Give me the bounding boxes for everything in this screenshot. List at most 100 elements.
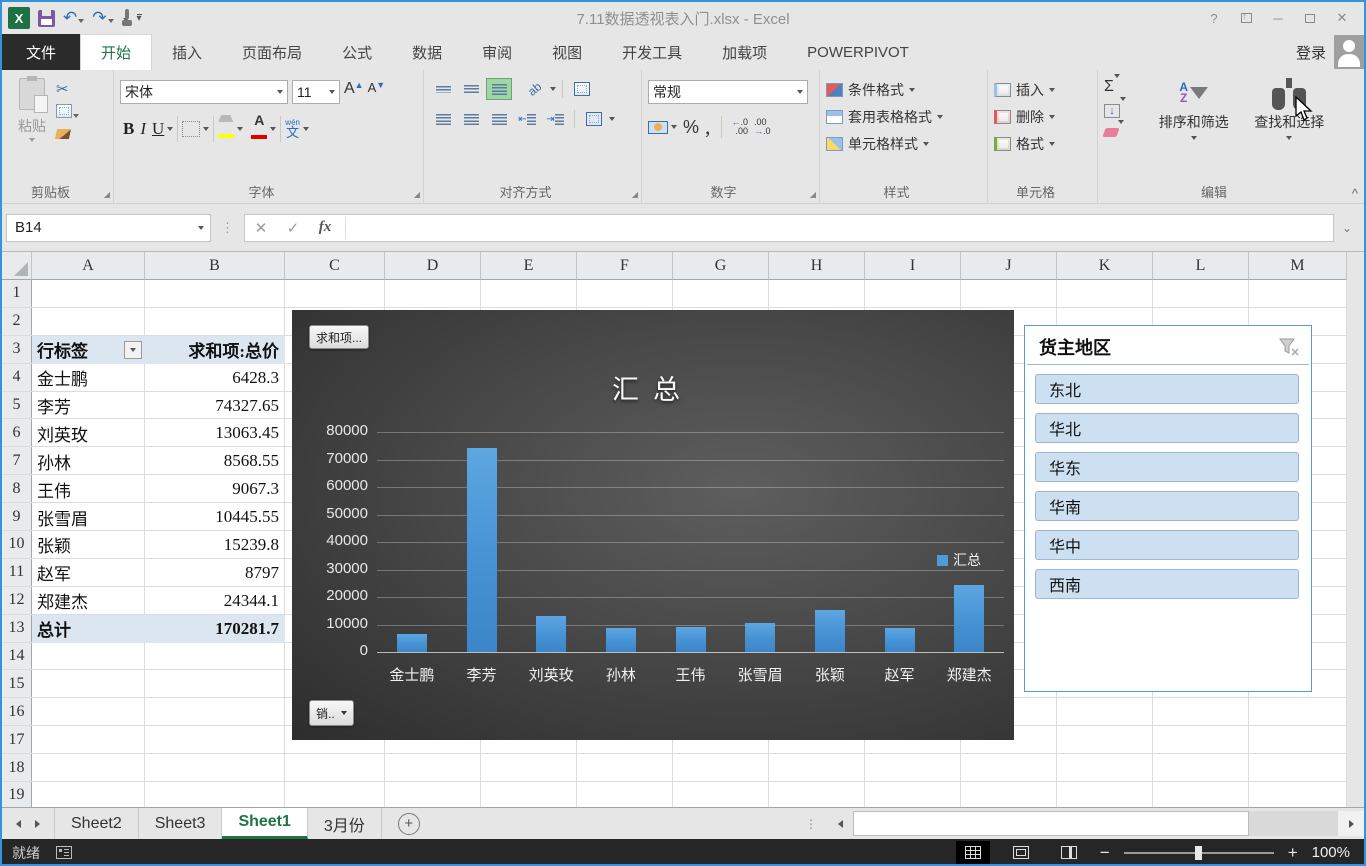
expand-formula-bar-icon[interactable]: ⌄ (1334, 221, 1360, 235)
styles-item-条件格式[interactable]: 条件格式 (826, 80, 981, 100)
normal-view-button[interactable] (956, 841, 990, 865)
fill-color-dropdown-icon[interactable] (237, 127, 243, 131)
autosum-button[interactable]: Σ (1104, 78, 1147, 96)
row-header-2[interactable]: 2 (2, 308, 32, 335)
pivot-data-row[interactable]: 王伟9067.3 (32, 475, 285, 503)
column-header-K[interactable]: K (1057, 252, 1153, 280)
cells-item-插入[interactable]: 插入 (994, 80, 1091, 100)
chart-bar-金士鹏[interactable] (397, 634, 427, 652)
ribbon-tab-插入[interactable]: 插入 (152, 34, 222, 70)
wrap-text-button[interactable] (569, 78, 595, 100)
undo-button[interactable]: ↶ (63, 9, 84, 28)
zoom-level[interactable]: 100% (1312, 844, 1350, 861)
row-header-12[interactable]: 12 (2, 587, 32, 614)
ribbon-tab-开始[interactable]: 开始 (80, 34, 152, 70)
zoom-slider-thumb[interactable] (1195, 846, 1202, 860)
tab-split-handle[interactable]: ⋮ (795, 808, 827, 839)
hscroll-right-button[interactable] (1338, 811, 1364, 836)
pivot-header-row[interactable]: 行标签求和项:总价 (32, 336, 285, 364)
row-header-18[interactable]: 18 (2, 754, 32, 781)
accounting-format-button[interactable] (648, 121, 677, 134)
pivot-data-row[interactable]: 郑建杰24344.1 (32, 587, 285, 615)
row-header-3[interactable]: 3 (2, 336, 32, 363)
number-format-combo[interactable]: 常规 (648, 80, 808, 104)
row-header-1[interactable]: 1 (2, 280, 32, 307)
increase-decimal-button[interactable]: ←.0.00 (732, 118, 749, 136)
styles-item-单元格样式[interactable]: 单元格样式 (826, 134, 981, 154)
chart-value-field-button[interactable]: 求和项... (309, 325, 369, 349)
clear-filter-icon[interactable] (1279, 338, 1299, 356)
column-header-D[interactable]: D (385, 252, 481, 280)
worksheet-grid[interactable]: ABCDEFGHIJKLM 12345678910111213141516171… (2, 252, 1347, 807)
sort-filter-button[interactable]: AZ 排序和筛选 (1147, 74, 1241, 142)
chart-axis-field-button[interactable]: 销.. (309, 700, 354, 726)
row-header-9[interactable]: 9 (2, 503, 32, 530)
decrease-decimal-button[interactable]: .00→.0 (754, 118, 771, 136)
excel-logo-icon[interactable]: X (8, 7, 30, 29)
pivot-data-row[interactable]: 刘英玫13063.45 (32, 419, 285, 447)
ribbon-tab-审阅[interactable]: 审阅 (462, 34, 532, 70)
column-header-E[interactable]: E (481, 252, 577, 280)
row-header-11[interactable]: 11 (2, 559, 32, 586)
column-header-B[interactable]: B (145, 252, 285, 280)
close-button[interactable]: ✕ (1328, 7, 1356, 29)
redo-dropdown-icon[interactable] (108, 19, 114, 23)
row-header-8[interactable]: 8 (2, 475, 32, 502)
slicer[interactable]: 货主地区 东北华北华东华南华中西南 (1024, 325, 1312, 692)
ribbon-tab-视图[interactable]: 视图 (532, 34, 602, 70)
italic-button[interactable]: I (137, 118, 149, 140)
sheet-tab-Sheet3[interactable]: Sheet3 (139, 808, 223, 839)
horizontal-scrollbar[interactable] (853, 811, 1338, 836)
row-header-4[interactable]: 4 (2, 364, 32, 391)
pivot-data-row[interactable]: 李芳74327.65 (32, 392, 285, 420)
slicer-item-华南[interactable]: 华南 (1035, 491, 1299, 521)
name-box[interactable]: B14 (6, 214, 211, 242)
column-header-M[interactable]: M (1249, 252, 1347, 280)
copy-dropdown-icon[interactable] (73, 114, 79, 118)
select-all-button[interactable] (2, 252, 32, 280)
chart-bar-郑建杰[interactable] (954, 585, 984, 652)
enter-button[interactable]: ✓ (277, 219, 309, 237)
merge-center-dropdown-icon[interactable] (609, 117, 615, 121)
row-header-17[interactable]: 17 (2, 726, 32, 753)
row-labels-filter-button[interactable] (124, 341, 142, 359)
chart-bar-孙林[interactable] (606, 628, 636, 652)
column-header-I[interactable]: I (865, 252, 961, 280)
sheet-tab-3月份[interactable]: 3月份 (308, 808, 382, 839)
slicer-item-华东[interactable]: 华东 (1035, 452, 1299, 482)
cancel-button[interactable]: ✕ (245, 219, 277, 237)
pivot-data-row[interactable]: 赵军8797 (32, 559, 285, 587)
help-button[interactable]: ? (1200, 7, 1228, 29)
orientation-button[interactable]: ab (522, 78, 548, 100)
column-header-L[interactable]: L (1153, 252, 1249, 280)
ribbon-tab-加载项[interactable]: 加载项 (702, 34, 787, 70)
find-select-button[interactable]: 查找和选择 (1241, 74, 1339, 142)
decrease-indent-button[interactable]: ⇤ (514, 108, 540, 130)
clear-button[interactable] (1104, 124, 1147, 142)
align-center-button[interactable] (458, 108, 484, 130)
zoom-out-button[interactable]: − (1100, 843, 1110, 863)
redo-button[interactable]: ↷ (92, 9, 113, 28)
align-left-button[interactable] (430, 108, 456, 130)
new-sheet-button[interactable]: + (398, 813, 420, 835)
touch-mode-button[interactable] (122, 9, 129, 27)
insert-function-button[interactable]: fx (309, 219, 341, 236)
slicer-item-东北[interactable]: 东北 (1035, 374, 1299, 404)
column-header-C[interactable]: C (285, 252, 385, 280)
font-color-button[interactable]: A (251, 114, 267, 144)
top-align-button[interactable] (430, 78, 456, 100)
font-dialog-launcher-icon[interactable]: ◢ (414, 190, 420, 199)
slicer-item-西南[interactable]: 西南 (1035, 569, 1299, 599)
comma-style-button[interactable]: , (705, 114, 711, 140)
collapse-ribbon-button[interactable]: ^ (1352, 186, 1358, 201)
format-painter-icon[interactable] (55, 129, 71, 139)
fill-color-button[interactable] (218, 115, 234, 143)
bold-button[interactable]: B (120, 118, 137, 140)
percent-style-button[interactable]: % (683, 117, 699, 138)
alignment-dialog-launcher-icon[interactable]: ◢ (632, 190, 638, 199)
orientation-dropdown-icon[interactable] (550, 87, 556, 91)
row-header-13[interactable]: 13 (2, 615, 32, 642)
name-box-dropdown-icon[interactable] (198, 226, 204, 230)
phonetic-dropdown-icon[interactable] (303, 127, 309, 131)
font-name-combo[interactable]: 宋体 (120, 80, 288, 104)
